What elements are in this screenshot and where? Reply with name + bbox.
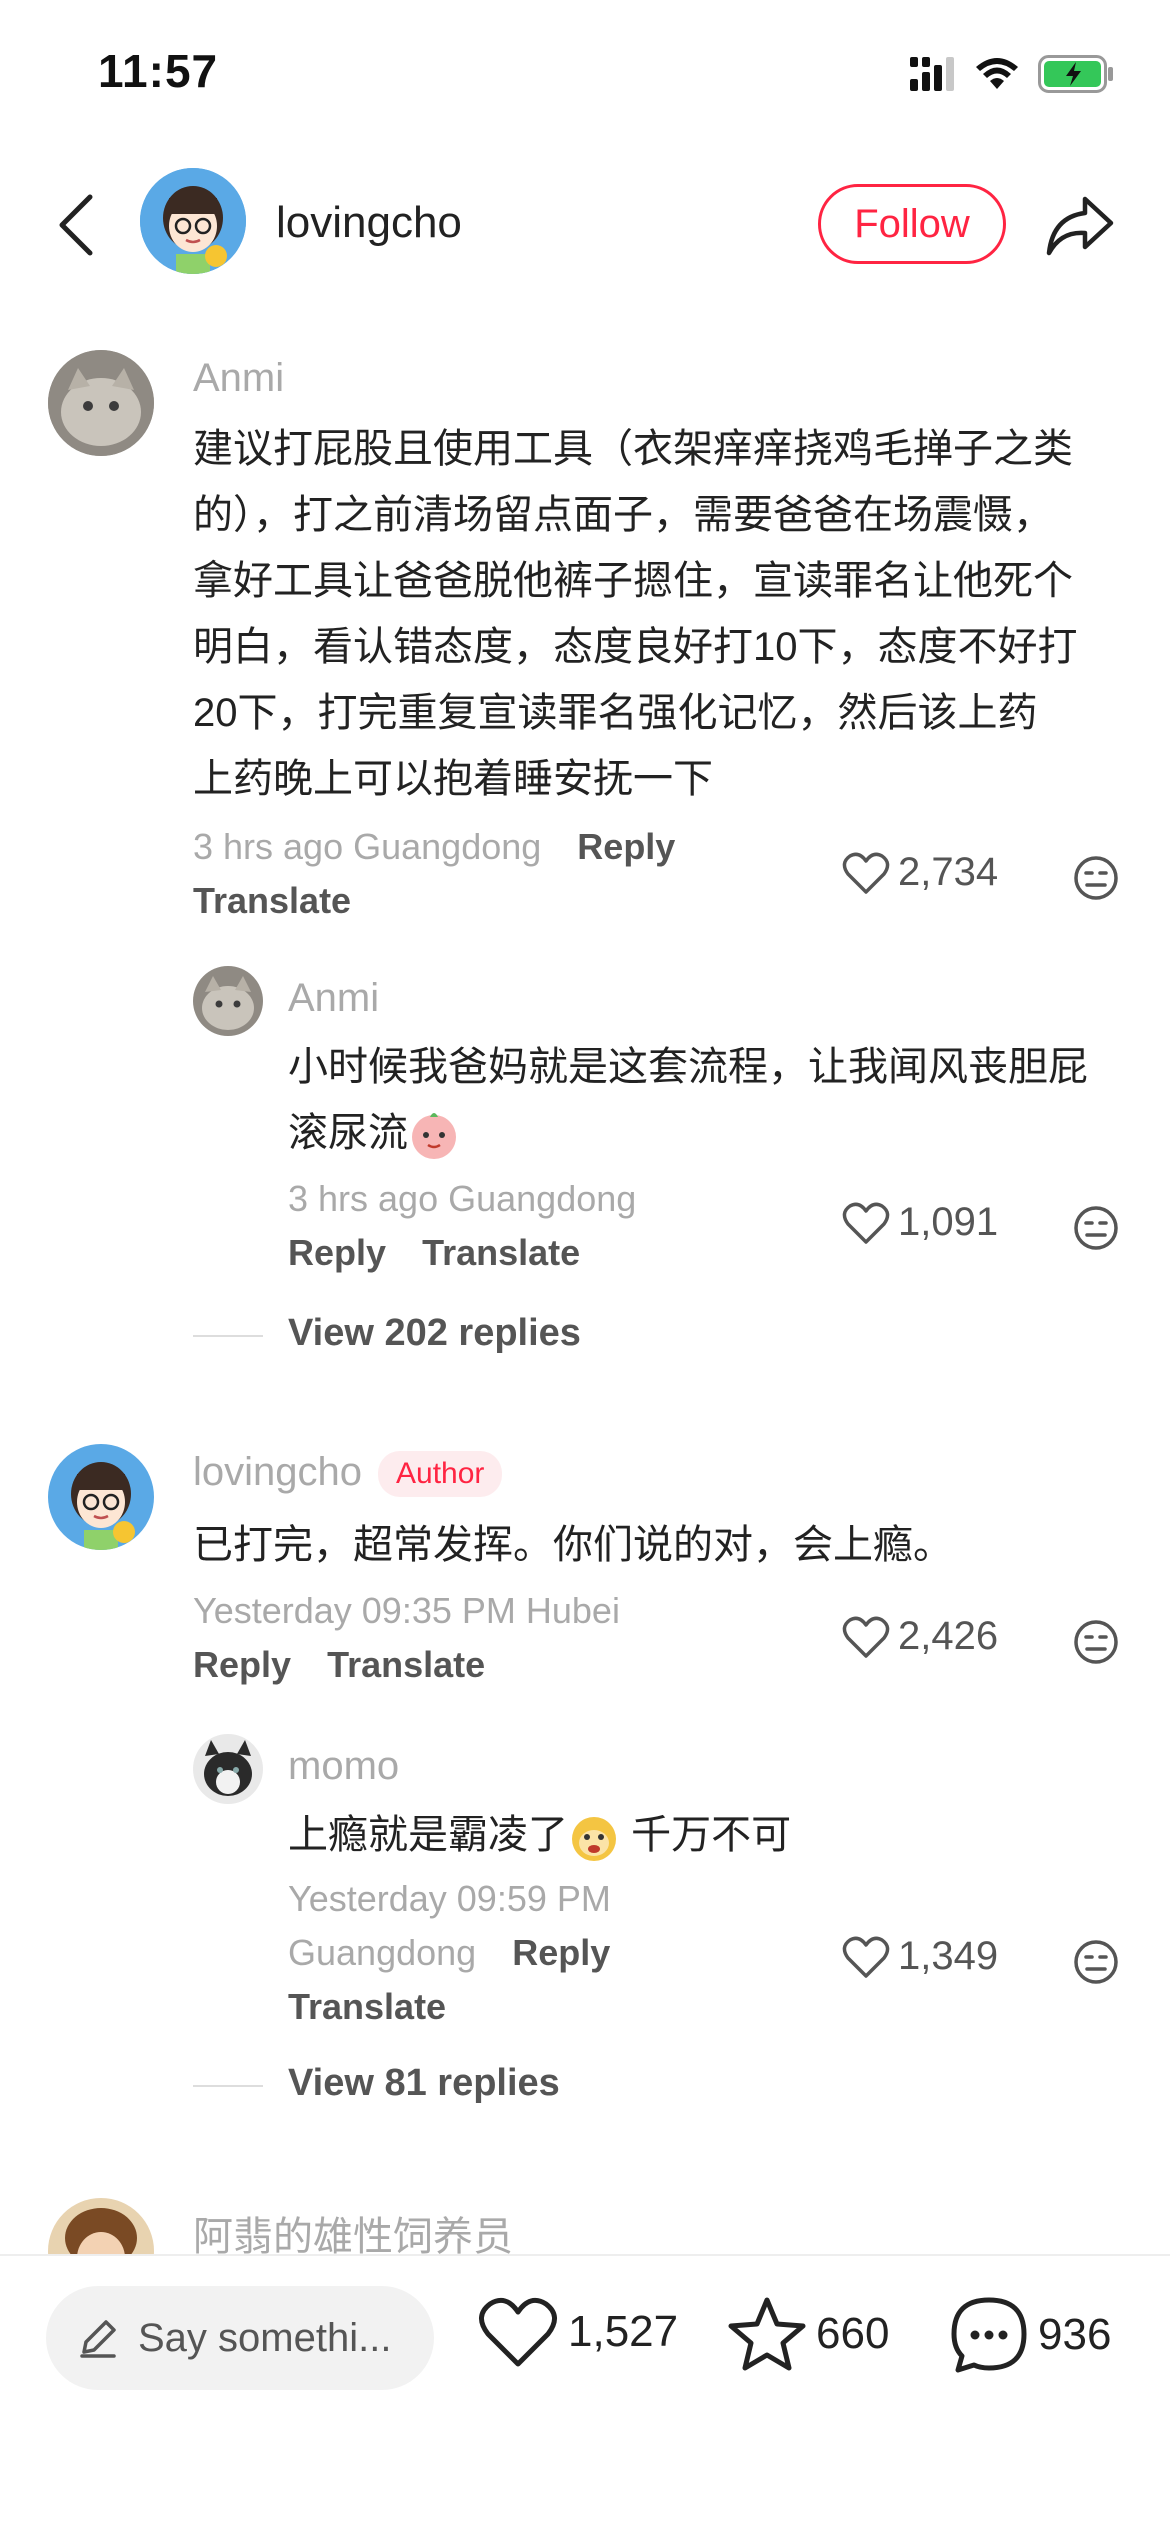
dislike-icon[interactable]: [1072, 1204, 1120, 1252]
like-count: 1,349: [898, 1934, 999, 1978]
like-count: 2,734: [898, 850, 999, 894]
comment-text: 上瘾就是霸凌了 千万不可: [288, 1802, 1138, 1868]
comment-time-location: Yesterday 09:35 PM Hubei: [193, 1590, 620, 1631]
comment-time-location: Yesterday 09:59 PM: [288, 1878, 611, 1919]
heart-icon: [842, 1616, 890, 1658]
like-count: 1,091: [898, 1200, 999, 1244]
like-count: 2,426: [898, 1614, 999, 1658]
commenter-avatar[interactable]: [193, 966, 263, 1036]
header: lovingcho Follow: [0, 150, 1170, 300]
post-favorite-button[interactable]: 660: [728, 2296, 889, 2372]
header-username[interactable]: lovingcho: [276, 198, 462, 248]
view-replies-button[interactable]: View 81 replies: [288, 2062, 560, 2105]
reply-comment: Anmi 小时候我爸妈就是这套流程，让我闻风丧胆屁 滚尿流 3 hrs ago …: [0, 966, 1170, 1386]
like-button[interactable]: 1,349: [842, 1934, 998, 1979]
commenter-name[interactable]: Anmi: [193, 356, 284, 401]
comment-meta: Yesterday 09:35 PM Hubei Reply Translate: [193, 1584, 793, 1692]
commenter-avatar[interactable]: [48, 1444, 154, 1550]
reply-button[interactable]: Reply: [193, 1644, 291, 1685]
monkey-emoji-icon: [572, 1817, 616, 1862]
comment-text: 已打完，超常发挥。你们说的对，会上瘾。: [193, 1523, 953, 1567]
follow-button[interactable]: Follow: [818, 184, 1006, 264]
view-replies-button[interactable]: View 202 replies: [288, 1312, 581, 1355]
comment-text: 建议打屁股且使用工具（衣架痒痒挠鸡毛掸子之类 的），打之前清场留点面子，需要爸爸…: [193, 427, 1078, 801]
commenter-avatar[interactable]: [48, 2198, 154, 2254]
comment-input[interactable]: Say somethi...: [46, 2286, 434, 2390]
dislike-icon[interactable]: [1072, 1618, 1120, 1666]
reply-button[interactable]: Reply: [512, 1932, 610, 1973]
like-button[interactable]: 2,734: [842, 850, 998, 895]
commenter-avatar[interactable]: [193, 1734, 263, 1804]
reply-button[interactable]: Reply: [288, 1232, 386, 1273]
heart-icon: [842, 1936, 890, 1978]
bottom-bar: Say somethi... 1,527 660 936: [0, 2254, 1170, 2532]
comment-meta: 3 hrs ago Guangdong Reply Translate: [193, 820, 793, 928]
heart-icon: [479, 2297, 557, 2367]
commenter-name[interactable]: momo: [288, 1744, 399, 1789]
share-icon: [1046, 196, 1114, 256]
battery-icon: [1038, 55, 1113, 93]
baby-face-emoji-icon: [412, 1113, 456, 1160]
comment-time-location: 3 hrs ago Guangdong: [193, 826, 542, 867]
post-comment-button[interactable]: 936: [950, 2296, 1111, 2374]
heart-icon: [842, 852, 890, 894]
comment: Anmi 建议打屁股且使用工具（衣架痒痒挠鸡毛掸子之类 的），打之前清场留点面子…: [0, 350, 1170, 930]
translate-button[interactable]: Translate: [193, 880, 351, 921]
pencil-icon: [80, 2320, 116, 2358]
heart-icon: [842, 1202, 890, 1244]
reply-comment: momo 上瘾就是霸凌了 千万不可 Yesterday 09:59 PM Gua…: [0, 1734, 1170, 2114]
share-button[interactable]: [1040, 186, 1120, 266]
dislike-icon[interactable]: [1072, 854, 1120, 902]
view-replies-divider: [193, 1335, 263, 1337]
star-icon: [728, 2297, 806, 2371]
comment-meta: Yesterday 09:59 PM Guangdong Reply Trans…: [288, 1878, 611, 2027]
post-like-button[interactable]: 1,527: [478, 2296, 678, 2368]
chevron-left-icon: [59, 194, 93, 256]
comment-meta: 3 hrs ago Guangdong Reply Translate: [288, 1172, 808, 1280]
view-replies-divider: [193, 2085, 263, 2087]
commenter-name[interactable]: 阿翡的雄性饲养员: [193, 2204, 513, 2254]
comment-input-placeholder: Say somethi...: [138, 2315, 392, 2360]
reply-button[interactable]: Reply: [577, 826, 675, 867]
comment: 阿翡的雄性饲养员: [0, 2198, 1170, 2254]
wifi-icon: [976, 58, 1018, 89]
translate-button[interactable]: Translate: [288, 1986, 446, 2027]
status-bar: 11:57: [0, 0, 1170, 150]
commenter-name: lovingcho Author: [193, 1450, 503, 1498]
dislike-icon[interactable]: [1072, 1938, 1120, 1986]
post-favorite-count: 660: [816, 2309, 890, 2358]
signal-icon: [910, 57, 954, 91]
author-badge: Author: [378, 1451, 503, 1498]
comment: lovingcho Author 已打完，超常发挥。你们说的对，会上瘾。 Yest…: [0, 1444, 1170, 1704]
post-like-count: 1,527: [568, 2307, 679, 2356]
status-time: 11:57: [98, 45, 219, 97]
translate-button[interactable]: Translate: [327, 1644, 485, 1685]
translate-button[interactable]: Translate: [422, 1232, 580, 1273]
post-comment-count: 936: [1038, 2310, 1112, 2359]
comment-text: 小时候我爸妈就是这套流程，让我闻风丧胆屁 滚尿流: [288, 1034, 1138, 1166]
back-button[interactable]: [46, 190, 106, 260]
like-button[interactable]: 1,091: [842, 1200, 998, 1245]
like-button[interactable]: 2,426: [842, 1614, 998, 1659]
comment-time-location: 3 hrs ago Guangdong: [288, 1178, 637, 1219]
status-icons: [910, 52, 1114, 96]
comment-bubble-icon: [951, 2297, 1027, 2373]
author-avatar[interactable]: [140, 168, 246, 274]
commenter-avatar[interactable]: [48, 350, 154, 456]
commenter-name[interactable]: Anmi: [288, 976, 379, 1021]
